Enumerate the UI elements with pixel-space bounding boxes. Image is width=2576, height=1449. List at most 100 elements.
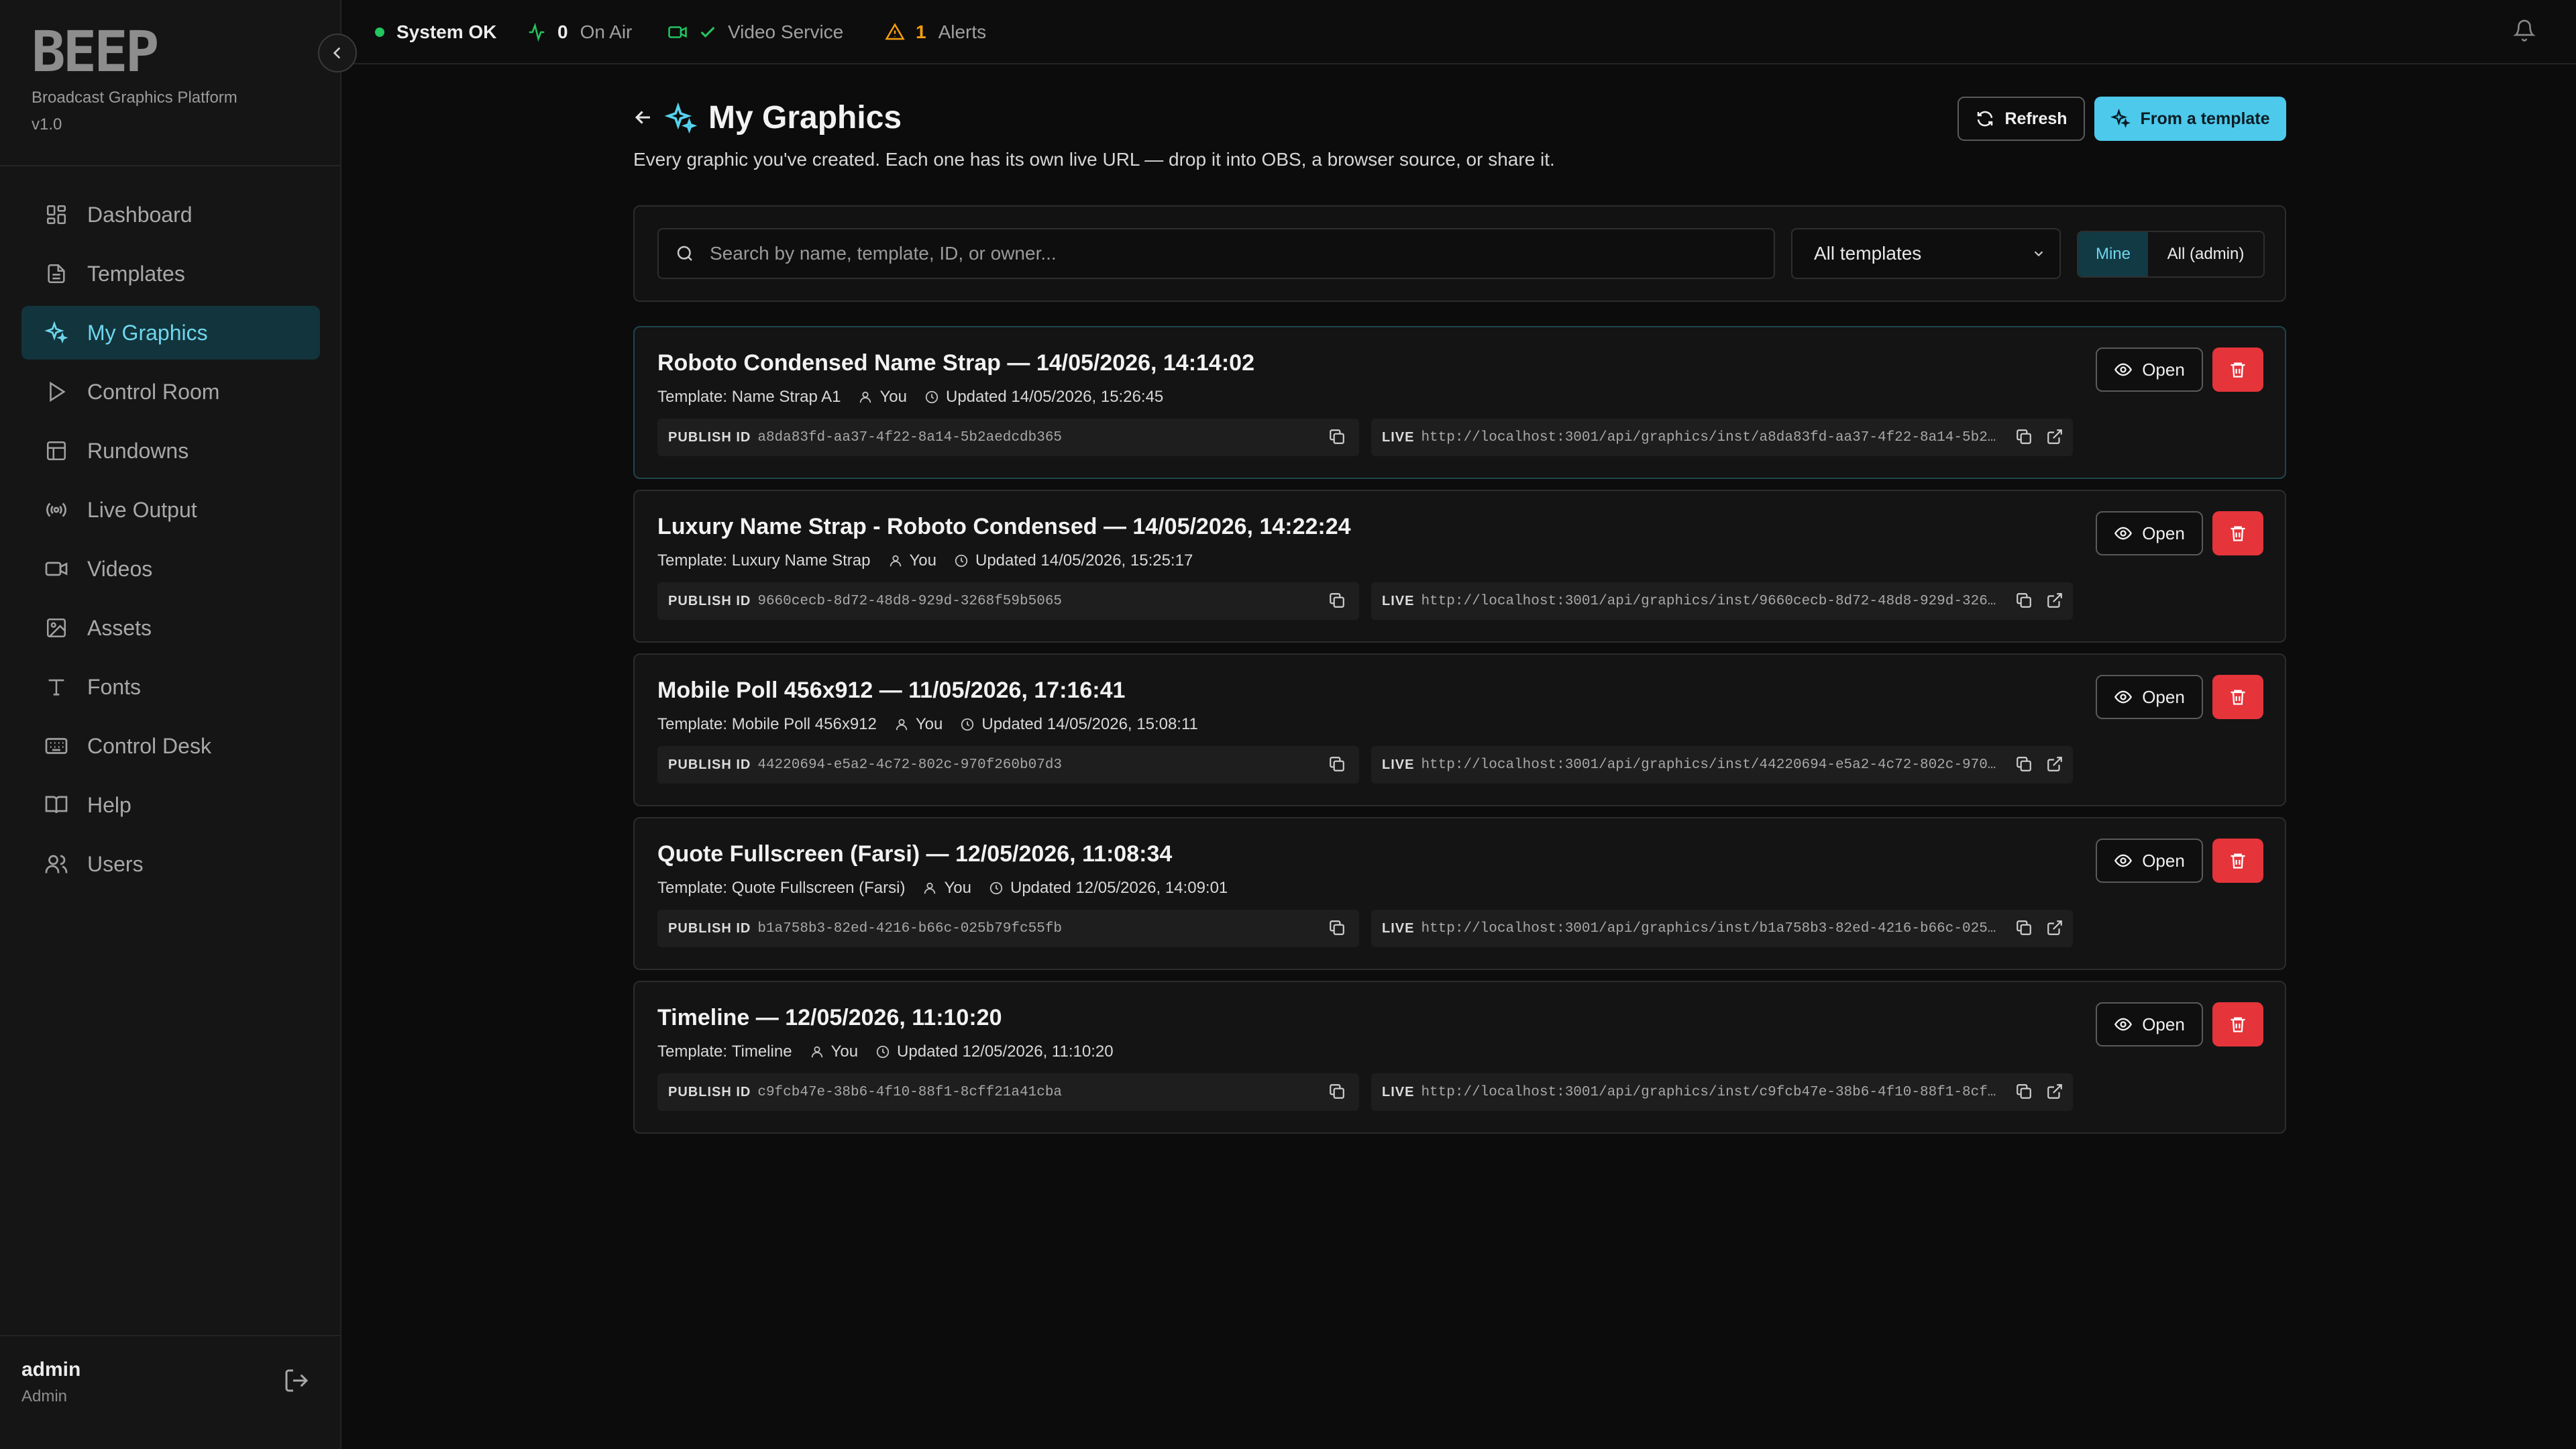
live-url-value: http://localhost:3001/api/graphics/inst/…	[1421, 593, 2002, 609]
sidebar-item-my-graphics[interactable]: My Graphics	[21, 306, 320, 360]
refresh-button[interactable]: Refresh	[1957, 97, 2085, 141]
live-url-field: LIVE http://localhost:3001/api/graphics/…	[1371, 582, 2073, 620]
logout-icon[interactable]	[283, 1367, 313, 1397]
video-service-status: Video Service	[667, 19, 843, 46]
copy-icon[interactable]	[1328, 919, 1347, 938]
graphic-title: Luxury Name Strap - Roboto Condensed — 1…	[657, 514, 1351, 539]
copy-icon[interactable]	[2015, 592, 2034, 610]
external-link-icon[interactable]	[2046, 592, 2065, 610]
sidebar-item-users[interactable]: Users	[21, 837, 320, 891]
delete-button[interactable]	[2212, 675, 2263, 719]
brand-subtitle: Broadcast Graphics Platform	[32, 89, 237, 107]
sidebar-item-live-output[interactable]: Live Output	[21, 483, 320, 537]
sidebar-item-label: Control Desk	[87, 733, 211, 758]
svg-text:BEEP: BEEP	[32, 27, 158, 78]
user-icon	[922, 881, 937, 896]
system-status-text: System OK	[396, 21, 497, 42]
open-button[interactable]: Open	[2096, 347, 2203, 392]
live-url-value: http://localhost:3001/api/graphics/inst/…	[1421, 429, 2002, 445]
template-select[interactable]: All templates	[1791, 228, 2061, 279]
graphic-card[interactable]: Quote Fullscreen (Farsi) — 12/05/2026, 1…	[633, 817, 2286, 970]
document-icon	[43, 260, 70, 287]
publish-id-label: PUBLISH ID	[668, 593, 751, 608]
delete-button[interactable]	[2212, 839, 2263, 883]
copy-icon[interactable]	[1328, 592, 1347, 610]
open-button[interactable]: Open	[2096, 1002, 2203, 1046]
ownership-toggle: Mine All (admin)	[2077, 231, 2265, 278]
sidebar-item-assets[interactable]: Assets	[21, 601, 320, 655]
delete-button[interactable]	[2212, 1002, 2263, 1046]
trash-icon	[2229, 851, 2247, 870]
copy-icon[interactable]	[2015, 755, 2034, 774]
bell-icon[interactable]	[2513, 19, 2540, 46]
collapse-sidebar-button[interactable]	[318, 34, 357, 72]
refresh-label: Refresh	[2004, 109, 2068, 128]
toggle-all-admin[interactable]: All (admin)	[2148, 232, 2263, 276]
copy-icon[interactable]	[2015, 919, 2034, 938]
clock-icon	[924, 390, 939, 405]
sidebar-item-rundowns[interactable]: Rundowns	[21, 424, 320, 478]
graphic-card[interactable]: Timeline — 12/05/2026, 11:10:20 Template…	[633, 981, 2286, 1134]
from-template-button[interactable]: From a template	[2094, 97, 2286, 141]
on-air-label: On Air	[580, 21, 633, 42]
graphic-card[interactable]: Luxury Name Strap - Roboto Condensed — 1…	[633, 490, 2286, 643]
sidebar-item-fonts[interactable]: Fonts	[21, 660, 320, 714]
graphic-card[interactable]: Mobile Poll 456x912 — 11/05/2026, 17:16:…	[633, 653, 2286, 806]
users-icon	[43, 851, 70, 877]
sidebar-item-control-room[interactable]: Control Room	[21, 365, 320, 419]
copy-icon[interactable]	[1328, 755, 1347, 774]
open-label: Open	[2142, 359, 2185, 380]
system-status: System OK	[375, 19, 496, 46]
open-button[interactable]: Open	[2096, 675, 2203, 719]
sidebar-item-templates[interactable]: Templates	[21, 247, 320, 301]
eye-icon	[2114, 1015, 2133, 1034]
version-label: v1.0	[32, 115, 62, 133]
publish-id-field: PUBLISH ID 44220694-e5a2-4c72-802c-970f2…	[657, 746, 1359, 784]
toggle-mine[interactable]: Mine	[2078, 232, 2148, 276]
publish-id-value: a8da83fd-aa37-4f22-8a14-5b2aedcdb365	[757, 429, 1063, 445]
sidebar-item-videos[interactable]: Videos	[21, 542, 320, 596]
search-input[interactable]	[708, 242, 1758, 265]
eye-icon	[2114, 524, 2133, 543]
external-link-icon[interactable]	[2046, 919, 2065, 938]
external-link-icon[interactable]	[2046, 1083, 2065, 1102]
search-box[interactable]	[657, 228, 1775, 279]
copy-icon[interactable]	[2015, 428, 2034, 447]
open-button[interactable]: Open	[2096, 839, 2203, 883]
external-link-icon[interactable]	[2046, 428, 2065, 447]
publish-id-label: PUBLISH ID	[668, 429, 751, 445]
graphic-updated: 14/05/2026, 15:26:45	[1011, 388, 1164, 406]
sidebar-item-help[interactable]: Help	[21, 778, 320, 832]
type-icon	[43, 674, 70, 700]
copy-icon[interactable]	[1328, 428, 1347, 447]
clock-icon	[989, 881, 1004, 896]
copy-icon[interactable]	[2015, 1083, 2034, 1102]
sidebar-footer-divider	[0, 1335, 341, 1336]
alerts-status[interactable]: 1 Alerts	[885, 19, 986, 46]
chevron-down-icon	[2031, 246, 2046, 261]
back-arrow-icon[interactable]	[632, 106, 656, 130]
delete-button[interactable]	[2212, 347, 2263, 392]
user-role: Admin	[21, 1387, 68, 1405]
live-url-value: http://localhost:3001/api/graphics/inst/…	[1421, 1084, 2002, 1100]
updated-prefix: Updated	[897, 1042, 958, 1061]
sidebar-item-control-desk[interactable]: Control Desk	[21, 719, 320, 773]
graphic-updated: 14/05/2026, 15:25:17	[1040, 551, 1193, 570]
template-prefix: Template:	[657, 1042, 728, 1061]
graphic-card[interactable]: Roboto Condensed Name Strap — 14/05/2026…	[633, 326, 2286, 479]
open-button[interactable]: Open	[2096, 511, 2203, 555]
keyboard-icon	[43, 733, 70, 759]
sidebar-item-label: Fonts	[87, 674, 142, 699]
play-icon	[43, 378, 70, 405]
dashboard-icon	[43, 201, 70, 228]
copy-icon[interactable]	[1328, 1083, 1347, 1102]
live-url-field: LIVE http://localhost:3001/api/graphics/…	[1371, 1073, 2073, 1111]
graphic-meta: Template: Timeline You Updated 12/05/202…	[657, 1042, 1114, 1061]
delete-button[interactable]	[2212, 511, 2263, 555]
external-link-icon[interactable]	[2046, 755, 2065, 774]
sidebar-item-dashboard[interactable]: Dashboard	[21, 188, 320, 241]
graphic-template: Luxury Name Strap	[731, 551, 871, 570]
publish-id-field: PUBLISH ID c9fcb47e-38b6-4f10-88f1-8cff2…	[657, 1073, 1359, 1111]
sparkles-icon	[43, 319, 70, 346]
user-name: admin	[21, 1358, 81, 1381]
